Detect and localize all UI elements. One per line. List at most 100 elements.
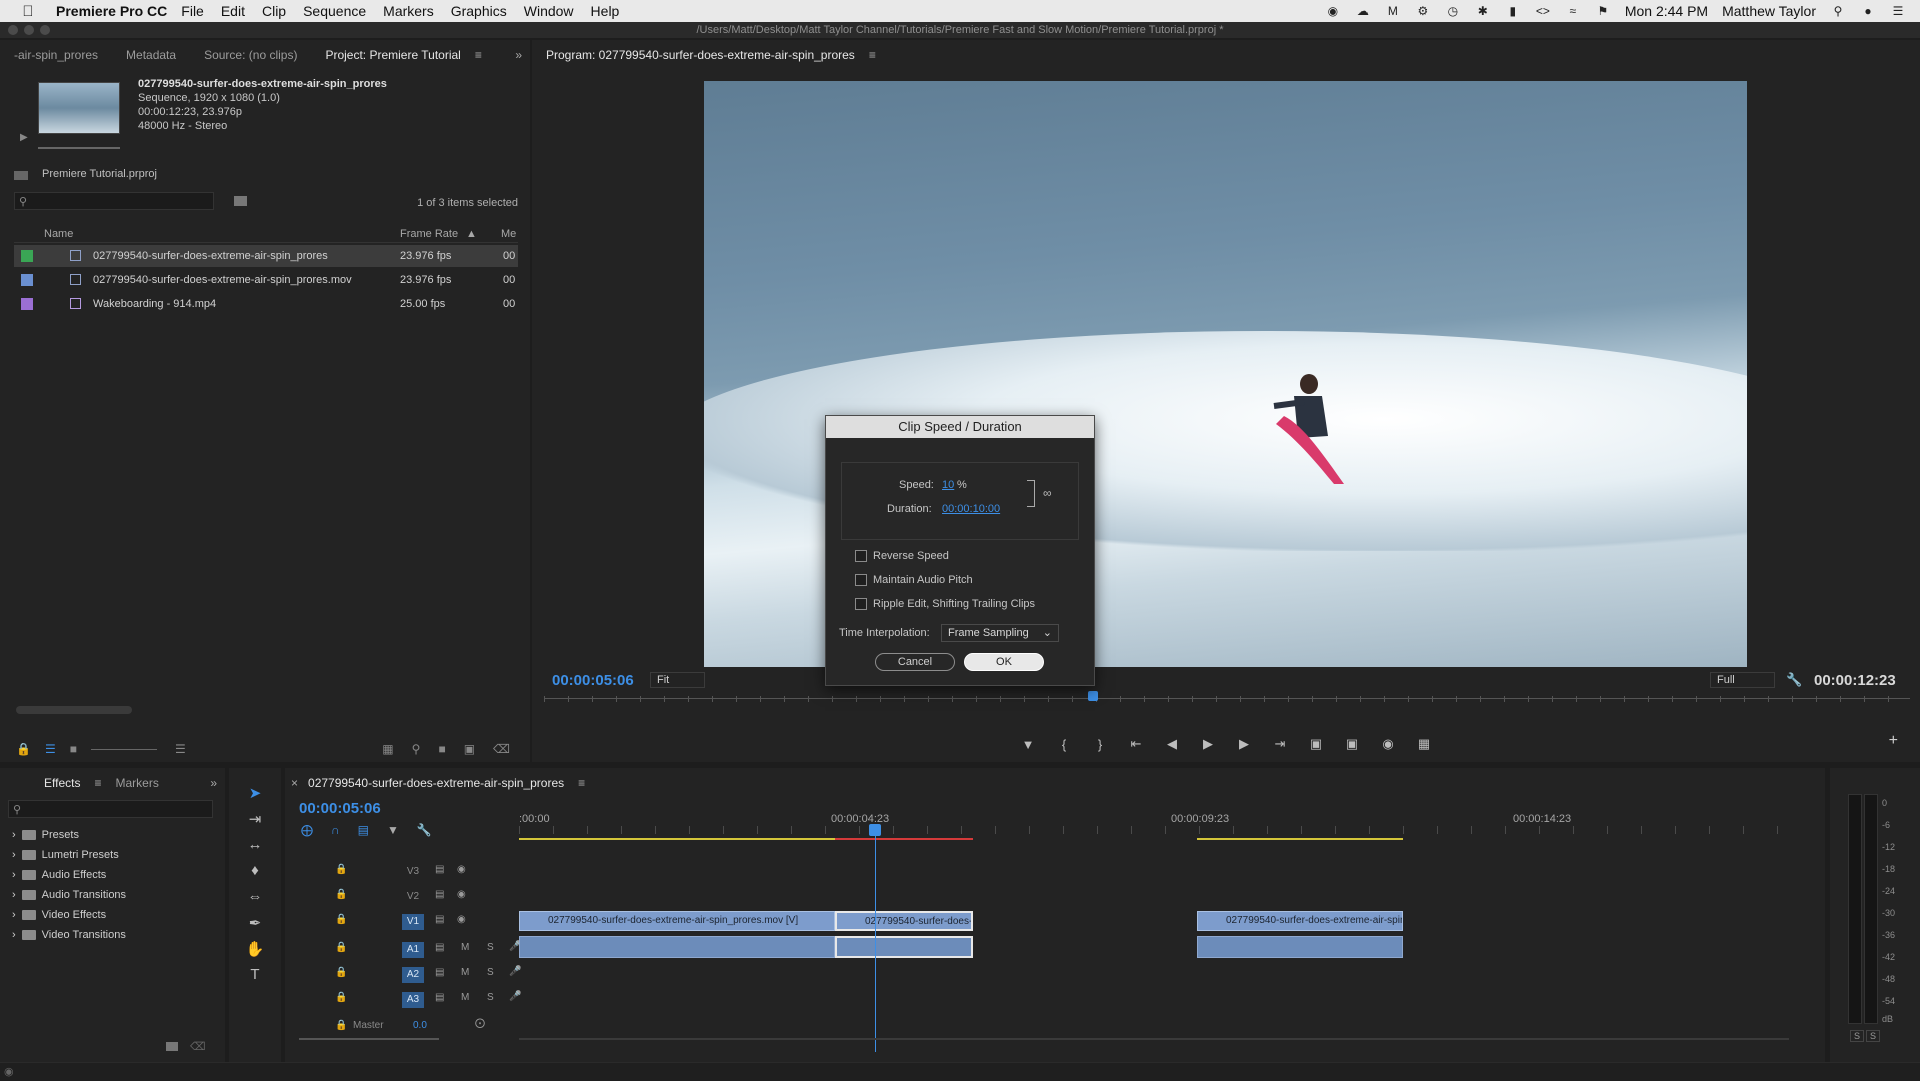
sync-lock-icon[interactable]: ▤ xyxy=(435,914,444,925)
program-playhead[interactable] xyxy=(1088,691,1098,701)
pen-tool-icon[interactable]: ✒ xyxy=(245,914,265,934)
video-clip-3[interactable]: 027799540-surfer-does-extreme-air-spin_ xyxy=(1197,911,1403,931)
tab-markers[interactable]: Markers xyxy=(101,776,172,790)
lock-icon[interactable]: 🔒 xyxy=(335,942,347,953)
cancel-button[interactable]: Cancel xyxy=(875,653,955,671)
list-view-icon[interactable]: ☰ xyxy=(45,742,56,756)
bell-icon[interactable]: ⚙ xyxy=(1415,4,1431,18)
go-to-out-icon[interactable]: ⇥ xyxy=(1272,736,1288,752)
table-row[interactable]: 027799540-surfer-does-extreme-air-spin_p… xyxy=(14,269,518,291)
bluetooth-icon[interactable]: ✱ xyxy=(1475,4,1491,18)
sort-icons-icon[interactable]: ☰ xyxy=(175,742,186,756)
sync-lock-icon[interactable]: ▤ xyxy=(435,864,444,875)
tab-source-partial[interactable]: -air-spin_prores xyxy=(0,48,112,62)
lock-icon[interactable]: 🔒 xyxy=(16,742,31,756)
tab-sequence[interactable]: 027799540-surfer-does-extreme-air-spin_p… xyxy=(298,776,578,790)
project-search-input[interactable]: ⚲ xyxy=(14,192,214,210)
minimize-window-button[interactable] xyxy=(24,25,34,35)
program-timecode[interactable]: 00:00:05:06 xyxy=(552,672,634,689)
zoom-window-button[interactable] xyxy=(40,25,50,35)
program-ruler[interactable] xyxy=(544,696,1910,702)
tab-metadata[interactable]: Metadata xyxy=(112,48,190,62)
type-tool-icon[interactable]: T xyxy=(245,966,265,986)
menu-clip[interactable]: Clip xyxy=(262,3,286,19)
trash-icon[interactable]: ⌫ xyxy=(493,742,510,756)
timeline-playhead[interactable] xyxy=(875,830,876,1052)
maintain-audio-pitch-checkbox[interactable] xyxy=(855,574,867,586)
code-icon[interactable]: <> xyxy=(1535,4,1551,18)
label-color-swatch[interactable] xyxy=(21,250,33,262)
tab-program[interactable]: Program: 027799540-surfer-does-extreme-a… xyxy=(532,48,869,62)
ripple-edit-tool-icon[interactable]: ↔ xyxy=(245,836,265,856)
solo-button[interactable]: S xyxy=(487,992,494,1003)
track-select-tool-icon[interactable]: ⇥ xyxy=(245,810,265,830)
slip-tool-icon[interactable]: ⇔ xyxy=(245,888,265,908)
maintain-audio-pitch-label[interactable]: Maintain Audio Pitch xyxy=(873,574,973,586)
menu-markers[interactable]: Markers xyxy=(383,3,434,19)
play-icon[interactable]: ▶ xyxy=(1200,736,1216,752)
hand-tool-icon[interactable]: ✋ xyxy=(245,940,265,960)
close-sequence-icon[interactable]: × xyxy=(291,776,298,790)
link-chain-icon[interactable]: ∞ xyxy=(1043,486,1052,500)
video-clip-2[interactable]: 027799540-surfer-does- xyxy=(835,911,973,931)
menu-graphics[interactable]: Graphics xyxy=(451,3,507,19)
menu-sequence[interactable]: Sequence xyxy=(303,3,366,19)
duration-value[interactable]: 00:00:10:00 xyxy=(942,503,1000,515)
audio-clip-1[interactable] xyxy=(519,936,835,958)
tab-project[interactable]: Project: Premiere Tutorial xyxy=(311,48,474,62)
button-editor-plus-icon[interactable]: + xyxy=(1889,732,1898,750)
list-icon[interactable]: ☰ xyxy=(1890,4,1906,18)
horizontal-scrollbar[interactable] xyxy=(16,706,132,714)
m-icon[interactable]: M xyxy=(1385,4,1401,18)
solo-right-button[interactable]: S xyxy=(1866,1030,1881,1042)
go-to-end-icon[interactable]: ⨀ xyxy=(475,1018,485,1029)
export-frame-icon[interactable]: ◉ xyxy=(1380,736,1396,752)
menu-file[interactable]: File xyxy=(181,3,204,19)
comparison-view-icon[interactable]: ▦ xyxy=(1416,736,1432,752)
timeline-settings-icon[interactable]: 🔧 xyxy=(417,823,432,837)
app-menu[interactable]: Premiere Pro CC xyxy=(56,3,167,19)
lock-icon[interactable]: 🔒 xyxy=(335,889,347,900)
new-custom-bin-icon[interactable] xyxy=(166,1042,178,1051)
selection-tool-icon[interactable]: ➤ xyxy=(245,784,265,804)
col-frame-rate[interactable]: Frame Rate xyxy=(400,228,458,240)
track-label[interactable]: A1 xyxy=(402,942,424,958)
folder-presets[interactable]: › Presets xyxy=(12,826,79,844)
audio-clip-3[interactable] xyxy=(1197,936,1403,958)
menu-window[interactable]: Window xyxy=(524,3,574,19)
ripple-edit-label[interactable]: Ripple Edit, Shifting Trailing Clips xyxy=(873,598,1035,610)
step-forward-icon[interactable]: ▶ xyxy=(1236,736,1252,752)
lock-icon[interactable]: 🔒 xyxy=(335,914,347,925)
table-row[interactable]: Wakeboarding - 914.mp4 25.00 fps 00 xyxy=(14,293,518,315)
track-label[interactable]: V2 xyxy=(402,889,424,905)
zoom-fit-select[interactable]: Fit xyxy=(650,672,705,688)
folder-audio-effects[interactable]: › Audio Effects xyxy=(12,866,106,884)
go-to-in-icon[interactable]: ⇤ xyxy=(1128,736,1144,752)
expand-panels-icon[interactable]: » xyxy=(515,48,522,62)
col-media[interactable]: Me xyxy=(501,228,516,240)
timeline-hscrollbar[interactable] xyxy=(519,1038,1789,1040)
sort-ascending-icon[interactable]: ▲ xyxy=(466,228,477,240)
settings-wrench-icon[interactable]: 🔧 xyxy=(1786,672,1802,688)
extract-icon[interactable]: ▣ xyxy=(1344,736,1360,752)
folder-lumetri-presets[interactable]: › Lumetri Presets xyxy=(12,846,119,864)
lift-icon[interactable]: ▣ xyxy=(1308,736,1324,752)
master-volume[interactable]: 0.0 xyxy=(413,1020,427,1031)
mute-button[interactable]: M xyxy=(461,992,469,1003)
label-color-swatch[interactable] xyxy=(21,274,33,286)
user-name[interactable]: Matthew Taylor xyxy=(1722,3,1816,19)
record-icon[interactable]: ◉ xyxy=(1325,4,1341,18)
mute-button[interactable]: M xyxy=(461,942,469,953)
step-back-icon[interactable]: ◀ xyxy=(1164,736,1180,752)
time-machine-icon[interactable]: ◷ xyxy=(1445,4,1461,18)
battery-icon[interactable]: ▮ xyxy=(1505,4,1521,18)
eye-icon[interactable]: ◉ xyxy=(457,864,466,875)
panel-menu-icon[interactable]: ≡ xyxy=(475,48,482,62)
microphone-icon[interactable]: 🎤 xyxy=(509,991,521,1002)
razor-tool-icon[interactable]: ♦ xyxy=(245,862,265,882)
panel-menu-icon[interactable]: ≡ xyxy=(578,776,585,790)
reverse-speed-label[interactable]: Reverse Speed xyxy=(873,550,949,562)
icon-view-icon[interactable]: ■ xyxy=(70,742,77,756)
play-icon[interactable]: ▶ xyxy=(20,132,28,143)
sync-lock-icon[interactable]: ▤ xyxy=(435,889,444,900)
